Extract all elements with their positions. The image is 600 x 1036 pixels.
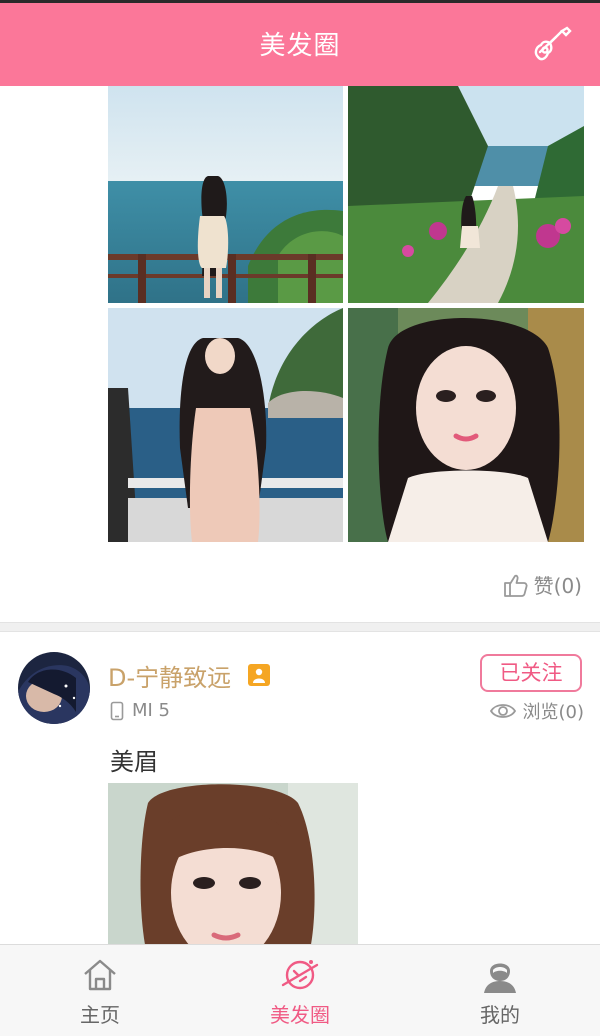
photo-girl-garden-path[interactable]	[348, 86, 584, 303]
thumbs-up-icon	[503, 574, 528, 597]
photo-girl-boat-dress[interactable]	[108, 308, 343, 542]
views-count: 浏览(0)	[489, 698, 585, 724]
phone-icon	[110, 701, 124, 720]
photo-girl-selfie[interactable]	[348, 308, 584, 542]
eye-icon	[489, 704, 516, 718]
home-icon	[84, 959, 116, 991]
username[interactable]: D-宁静致远	[108, 658, 231, 693]
tab-circle[interactable]: 美发圈	[200, 945, 400, 1036]
user-icon	[484, 963, 516, 993]
follow-button[interactable]: 已关注	[480, 654, 582, 692]
like-label: 赞(0)	[533, 574, 582, 598]
feed[interactable]: 赞(0) D-宁静致远 MI 5 已关注 浏览(0) 美眉	[0, 86, 600, 944]
planet-icon	[281, 960, 319, 990]
tab-circle-label: 美发圈	[270, 1003, 330, 1027]
page-title: 美发圈	[259, 31, 341, 61]
photo-girl-sea-railing[interactable]	[108, 86, 343, 303]
tab-mine-label: 我的	[480, 1003, 520, 1027]
vip-badge-icon	[248, 664, 270, 686]
views-label: 浏览(0)	[522, 702, 585, 723]
tab-home[interactable]: 主页	[0, 945, 200, 1036]
tab-home-label: 主页	[80, 1003, 120, 1027]
post-text: 美眉	[110, 748, 158, 776]
post-photo[interactable]	[108, 783, 358, 944]
like-button[interactable]: 赞(0)	[502, 570, 582, 599]
device-name: MI 5	[132, 700, 171, 721]
device-info: MI 5	[110, 700, 170, 721]
avatar[interactable]	[18, 652, 90, 724]
tab-mine[interactable]: 我的	[400, 945, 600, 1036]
guitar-icon[interactable]	[530, 23, 574, 67]
app-header: 美发圈	[0, 0, 600, 86]
bottom-tab-bar: 主页 美发圈 我的	[0, 944, 600, 1036]
post-divider	[0, 622, 600, 632]
